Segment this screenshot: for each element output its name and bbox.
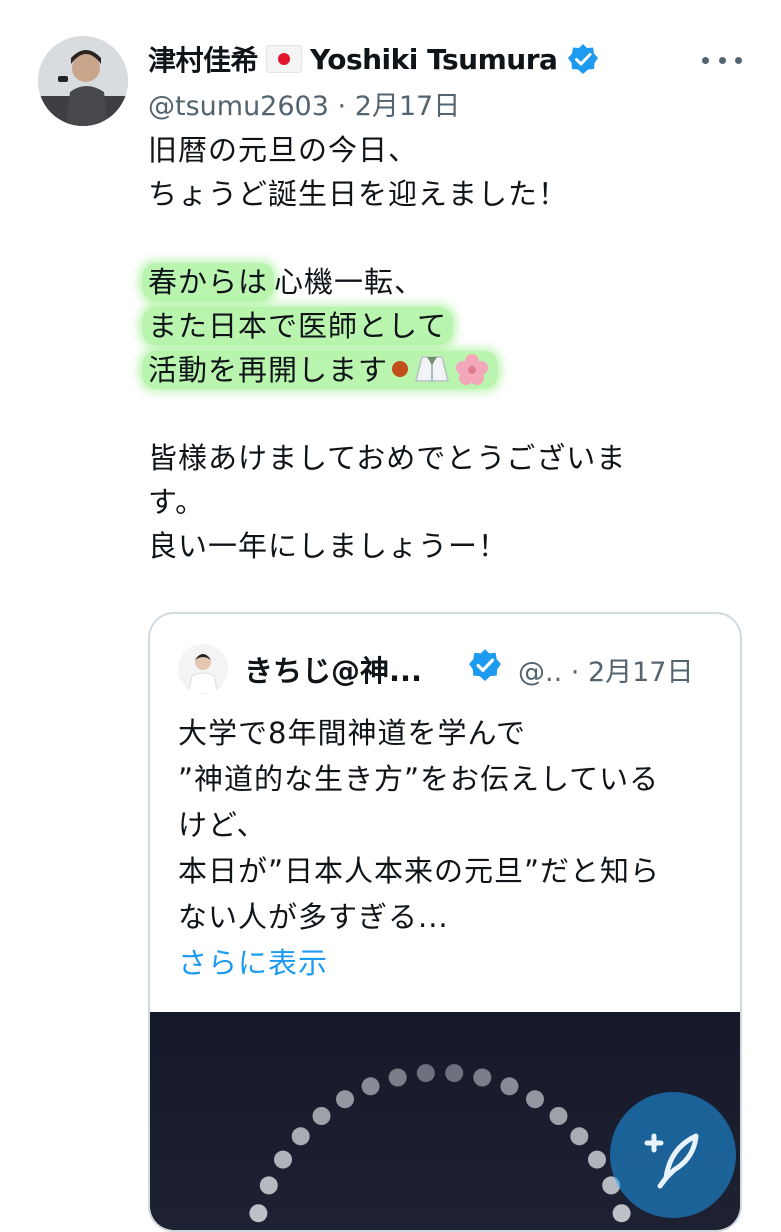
tweet-line-5: 活動を再開します — [142, 348, 728, 392]
compose-tweet-button[interactable] — [610, 1092, 736, 1218]
highlighted-text: また日本で医師として — [142, 307, 454, 345]
verified-badge-icon — [469, 649, 501, 681]
moon-phase — [416, 1064, 435, 1083]
moon-phase — [588, 1150, 606, 1169]
japan-flag-icon — [266, 45, 303, 73]
avatar-photo — [38, 36, 128, 126]
tweet-line-3-rest: 心機一転、 — [274, 265, 425, 299]
tweet-text: 旧暦の元旦の今日、 ちょうど誕生日を迎えました！ 春からは 心機一転、 また日本で… — [142, 128, 728, 568]
author-name-en[interactable]: Yoshiki Tsumura — [310, 43, 558, 76]
moon-phase — [500, 1077, 519, 1096]
more-icon[interactable] — [700, 46, 744, 74]
moon-phase — [336, 1090, 354, 1109]
quoted-line-5: ない人が多すぎる... — [178, 900, 449, 934]
moon-phase — [361, 1077, 380, 1096]
moon-phase — [291, 1127, 310, 1146]
cherry-blossom-emoji-icon — [456, 354, 489, 385]
separator: · — [337, 91, 347, 122]
quoted-author-name[interactable]: きちじ@神... — [244, 648, 422, 690]
tweet-line-7: す。 — [148, 485, 206, 519]
moon-phase — [549, 1107, 568, 1125]
author-header: 津村佳希 Yoshiki Tsumura — [148, 38, 599, 80]
tweet-line-2: ちょうど誕生日を迎えました！ — [148, 177, 569, 211]
quoted-author-avatar[interactable] — [178, 644, 228, 694]
lab-coat-emoji-icon — [415, 356, 449, 382]
quoted-text: 大学で8年間神道を学んで ”神道的な生き方”をお伝えしている けど、 本日が”日… — [178, 710, 718, 986]
moon-phase — [445, 1064, 464, 1083]
moon-phase — [259, 1176, 278, 1195]
handle-date-line: @tsumu2603 · 2月17日 — [148, 84, 460, 123]
author-name[interactable]: 津村佳希 — [148, 39, 259, 79]
author-handle[interactable]: @tsumu2603 — [148, 91, 329, 122]
tweet-line-8: 良い一年にしましょうー！ — [148, 529, 509, 563]
separator: · — [570, 657, 580, 688]
tweet-line-4: また日本で医師として — [142, 304, 728, 348]
tweet-line-5-text: 活動を再開します — [148, 353, 389, 387]
quoted-line-2: ”神道的な生き方”をお伝えしている — [178, 762, 660, 796]
author-avatar[interactable] — [38, 36, 128, 126]
quoted-handle[interactable]: @.. — [518, 657, 562, 688]
quoted-avatar-photo — [178, 644, 228, 694]
highlighted-text: 活動を再開します — [142, 351, 499, 389]
quoted-line-1: 大学で8年間神道を学んで — [178, 716, 527, 750]
moon-phase — [526, 1090, 544, 1109]
tweet-line-3: 春からは 心機一転、 — [142, 260, 728, 304]
moon-phase — [312, 1107, 331, 1125]
highlighted-text: 春からは — [142, 263, 275, 301]
moon-phase — [249, 1204, 268, 1223]
quoted-date[interactable]: 2月17日 — [588, 657, 694, 688]
quoted-line-4: 本日が”日本人本来の元旦”だと知ら — [178, 854, 661, 888]
orange-circle-emoji-icon — [392, 361, 409, 377]
quoted-line-3: けど、 — [178, 808, 267, 842]
moon-phase — [570, 1127, 589, 1146]
tweet-line-6: 皆様あけましておめでとうございま — [148, 441, 627, 475]
moon-phase — [274, 1150, 292, 1169]
quoted-handle-date: @.. · 2月17日 — [518, 650, 694, 689]
moon-phase — [388, 1068, 407, 1087]
tweet-line-1: 旧暦の元旦の今日、 — [148, 133, 419, 167]
tweet-date[interactable]: 2月17日 — [355, 91, 461, 122]
moon-phase — [473, 1068, 492, 1087]
compose-tweet-icon — [644, 1133, 699, 1189]
show-more-link[interactable]: さらに表示 — [178, 940, 718, 986]
verified-badge-icon — [568, 44, 599, 74]
